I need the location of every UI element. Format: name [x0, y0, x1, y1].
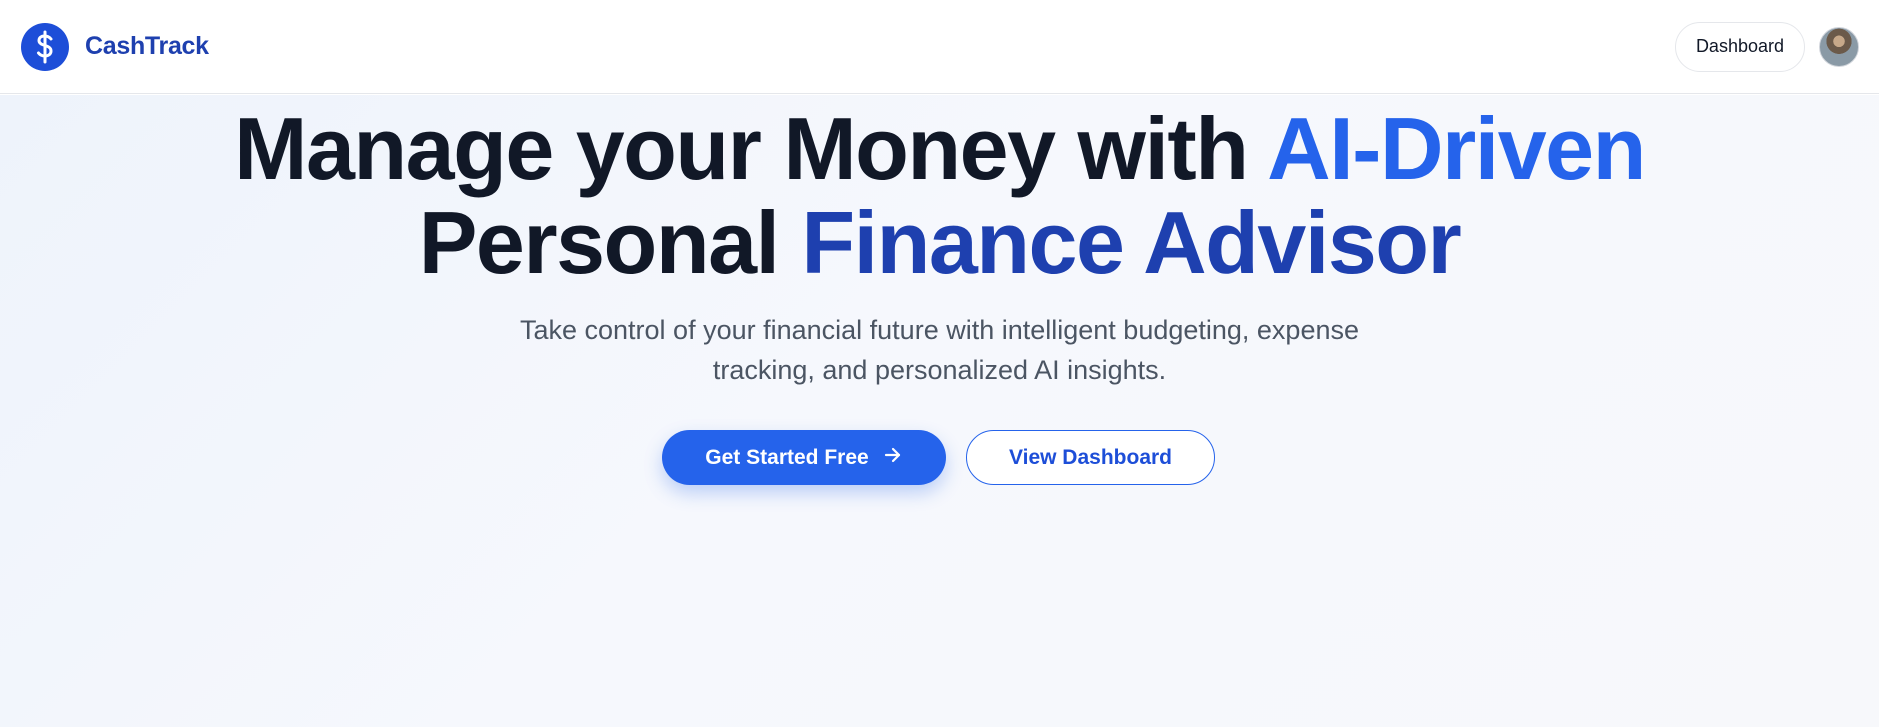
- brand-logo-link[interactable]: CashTrack: [21, 22, 209, 71]
- subtitle-line-2: tracking, and personalized AI insights.: [712, 355, 1167, 385]
- header-actions: Dashboard: [1674, 21, 1859, 72]
- dashboard-button[interactable]: Dashboard: [1674, 21, 1805, 72]
- dollar-sign-icon: [21, 22, 69, 71]
- arrow-right-icon: [883, 445, 903, 471]
- get-started-button[interactable]: Get Started Free: [662, 430, 946, 485]
- headline-text-1: Manage your Money with: [234, 99, 1268, 198]
- headline-accent-2: Finance Advisor: [801, 193, 1461, 292]
- cta-row: Get Started Free View Dashboard: [0, 430, 1879, 485]
- subtitle-line-1: Take control of your financial future wi…: [519, 315, 1360, 345]
- user-avatar[interactable]: [1819, 26, 1859, 67]
- top-nav: CashTrack Dashboard: [0, 0, 1879, 94]
- view-dashboard-button[interactable]: View Dashboard: [966, 430, 1215, 485]
- hero-subtitle: Take control of your financial future wi…: [460, 310, 1419, 390]
- hero-headline: Manage your Money with AI-Driven Persona…: [0, 102, 1879, 290]
- headline-accent-1: AI-Driven: [1267, 99, 1646, 198]
- brand-name: CashTrack: [85, 32, 209, 60]
- get-started-label: Get Started Free: [705, 445, 869, 469]
- headline-text-2: Personal: [418, 193, 802, 292]
